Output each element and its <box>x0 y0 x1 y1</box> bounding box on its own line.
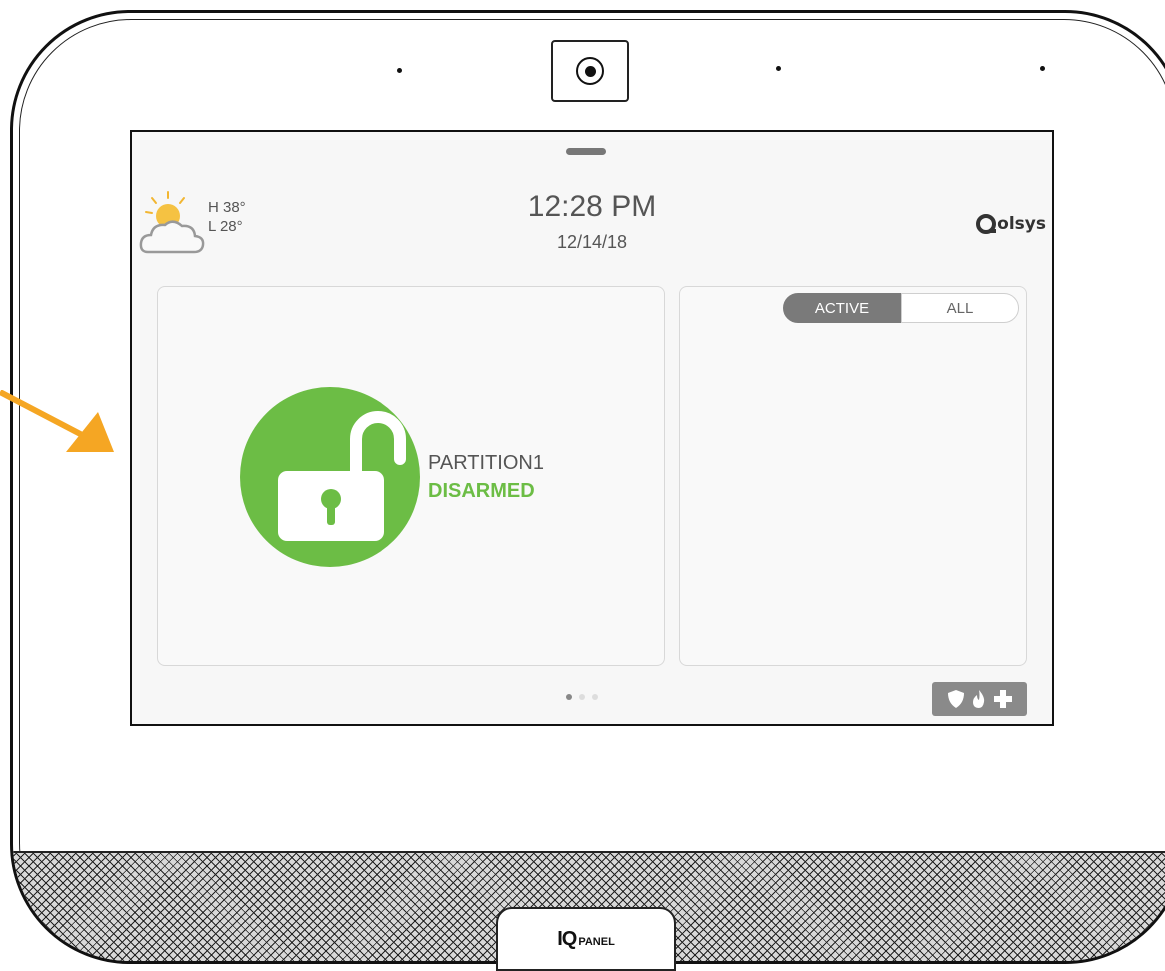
temp-high: H 38° <box>208 199 246 216</box>
emergency-button[interactable] <box>932 682 1027 716</box>
partition-status: DISARMED <box>428 480 535 502</box>
logo-iq-text: IQ <box>557 927 577 950</box>
tab-all[interactable]: ALL <box>901 293 1019 323</box>
weather-temperatures: H 38° L 28° <box>208 198 246 236</box>
touch-screen: H 38° L 28° 12:28 PM 12/14/18 olsys PART… <box>130 130 1054 726</box>
page-dot[interactable] <box>579 694 585 700</box>
page-dot[interactable] <box>566 694 572 700</box>
temp-low: L 28° <box>208 218 243 235</box>
clock-date: 12/14/18 <box>556 232 628 252</box>
sensor-dot <box>1040 66 1045 71</box>
arm-status-button[interactable] <box>240 387 420 567</box>
partition-panel[interactable]: PARTITION1 DISARMED <box>157 286 665 666</box>
page-dot[interactable] <box>592 694 598 700</box>
front-camera <box>551 40 629 102</box>
alerts-panel: ACTIVE ALL <box>679 286 1027 666</box>
pointer-arrow-icon <box>0 390 114 452</box>
weather-widget[interactable]: H 38° L 28° <box>138 188 268 260</box>
tab-active[interactable]: ACTIVE <box>783 293 901 323</box>
clock-time: 12:28 PM <box>527 190 657 223</box>
fire-icon <box>972 690 984 708</box>
partly-cloudy-icon <box>139 191 205 254</box>
qolsys-mark-icon <box>976 214 997 234</box>
iq-panel-logo: IQ PANEL <box>496 907 676 971</box>
logo-panel-text: PANEL <box>578 936 615 948</box>
pull-down-handle[interactable] <box>566 148 606 155</box>
sensor-dot <box>776 66 781 71</box>
qolsys-logo: olsys <box>976 214 1046 234</box>
camera-lens-icon <box>576 57 604 85</box>
alerts-tab-group: ACTIVE ALL <box>783 293 1019 323</box>
shield-icon <box>947 690 964 708</box>
sensor-dot <box>397 68 402 73</box>
unlocked-padlock-icon <box>278 411 406 541</box>
brand-text: olsys <box>997 214 1046 234</box>
plus-icon <box>993 690 1012 708</box>
partition-name: PARTITION1 <box>428 452 544 474</box>
page-indicator <box>566 694 598 700</box>
